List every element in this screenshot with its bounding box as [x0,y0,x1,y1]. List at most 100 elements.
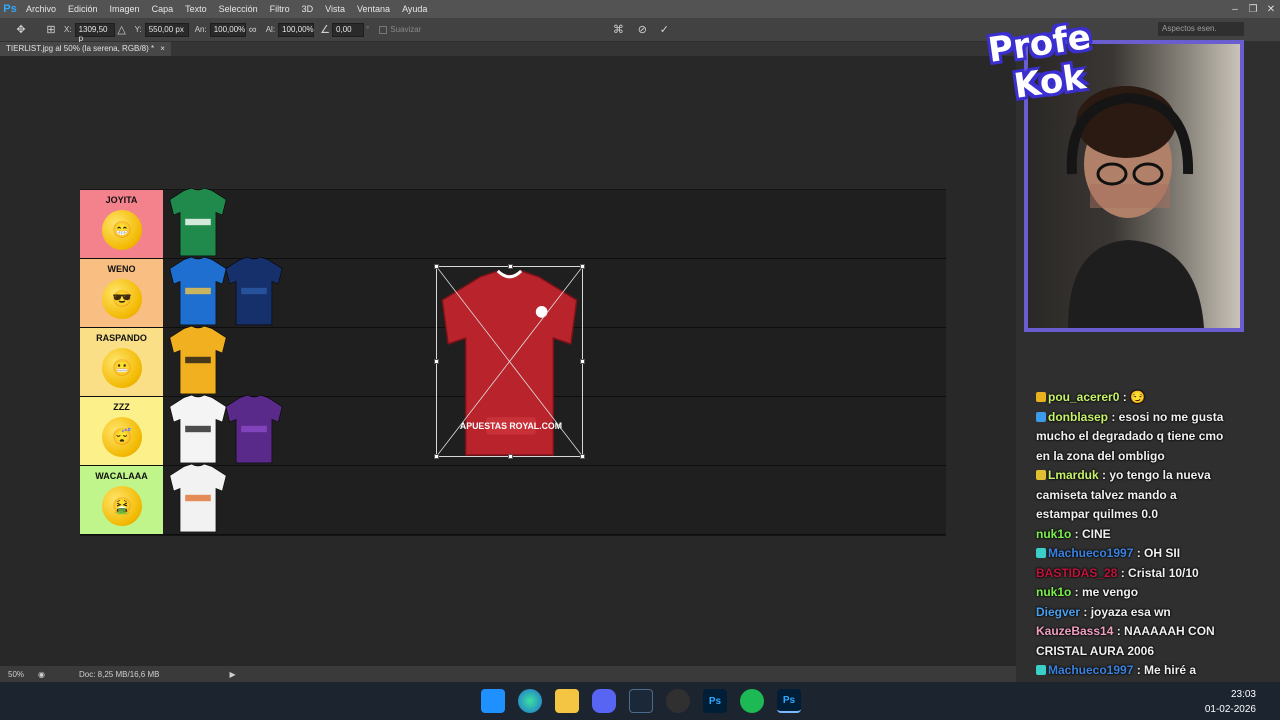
zoom-level[interactable]: 50% [8,670,24,679]
photoshop-taskbar-icon[interactable]: Ps [703,689,727,713]
x-position-field[interactable]: 1309,50 p [74,22,115,43]
transform-handle-bl[interactable] [434,454,439,459]
emoji-face-icon: 😴 [102,417,142,457]
menu-item[interactable]: Edición [62,4,104,14]
commit-transform-icon[interactable]: ✓ [657,23,671,37]
taskbar: Ps Ps 23:03 01-02-2026 [0,682,1280,720]
close-tab-icon[interactable]: × [160,44,165,53]
photoshop-active-taskbar-icon[interactable]: Ps [777,689,801,713]
warp-icon[interactable]: ⌘ [611,23,625,37]
y-label: Y: [134,25,142,34]
chat-username[interactable]: Machueco1997 [1048,663,1133,677]
expand-arrow-icon[interactable]: ▶ [229,670,235,679]
menu-item[interactable]: Archivo [20,4,62,14]
jersey-thumbnail[interactable] [222,393,286,465]
emoji-glyph: 😬 [112,360,132,377]
menu-item[interactable]: Capa [146,4,180,14]
menu-item[interactable]: Ayuda [396,4,433,14]
clock[interactable]: 23:03 01-02-2026 [1205,687,1256,717]
restore-button[interactable]: ❐ [1244,4,1262,15]
jersey-thumbnail[interactable] [166,393,230,465]
jersey-thumbnail[interactable] [166,255,230,327]
cancel-transform-icon[interactable]: ⊘ [635,23,649,37]
canvas-area[interactable]: JOYITA 😁 WENO 😎 RASPANDO 😬 ZZZ 😴 WACALAAA 🤮 APUES… [0,56,1016,666]
chat-message: KauzeBass14 : NAAAAAH CON CRISTAL AURA 2… [1032,622,1232,661]
tier-label: RASPANDO 😬 [80,328,163,396]
smooth-checkbox[interactable] [379,25,388,34]
obs-icon[interactable] [666,689,690,713]
transform-diagonals [436,266,583,457]
chat-message: Machueco1997 : OH SII [1032,544,1232,564]
share-icon[interactable]: ◉ [38,670,45,679]
edge-browser-icon[interactable] [518,689,542,713]
spotify-icon[interactable] [740,689,764,713]
photoshop-logo-icon: Ps [3,3,17,15]
jersey-thumbnail[interactable] [166,324,230,396]
menu-item[interactable]: Ventana [351,4,396,14]
windows-start-icon[interactable] [481,689,505,713]
chat-username[interactable]: nuk1o [1036,527,1071,541]
document-tab-bar: TIERLIST.jpg al 50% (la serena, RGB/8) *… [0,42,1016,56]
transform-handle-bc[interactable] [508,454,513,459]
menu-item[interactable]: Filtro [264,4,296,14]
tier-label: ZZZ 😴 [80,397,163,465]
chat-text: : Cristal 10/10 [1117,565,1199,580]
minimize-button[interactable]: – [1226,4,1244,15]
menu-bar: Ps Archivo Edición Imagen Capa Texto Selecció… [0,0,1280,18]
transform-handle-tr[interactable] [580,264,585,269]
document-tab[interactable]: TIERLIST.jpg al 50% (la serena, RGB/8) *… [0,42,171,56]
steam-icon[interactable] [629,689,653,713]
width-field[interactable]: 100,00% [209,22,246,37]
jersey-thumbnail[interactable] [166,186,230,258]
emoji-face-icon: 😬 [102,348,142,388]
workspace-select[interactable]: Aspectos esen. [1158,22,1244,36]
chat-username[interactable]: nuk1o [1036,585,1071,599]
chat-message: donblasep : esosi no me gusta mucho el d… [1032,408,1232,467]
chat-username[interactable]: Lmarduk [1048,468,1099,482]
chat-username[interactable]: BASTIDAS_28 [1036,566,1117,580]
transform-bounding-box[interactable] [434,264,585,459]
y-position-field[interactable]: 550,00 px [144,22,189,37]
chat-username[interactable]: donblasep [1048,410,1108,424]
menu-item[interactable]: Vista [319,4,351,14]
width-label: An: [194,25,207,34]
tier-name: RASPANDO [96,333,147,343]
file-explorer-icon[interactable] [555,689,579,713]
jersey-thumbnail[interactable] [166,462,230,534]
delta-icon[interactable]: △ [115,23,129,37]
height-label: Al: [265,25,276,34]
chat-text: : 😏 [1119,390,1145,404]
chat-username[interactable]: KauzeBass14 [1036,624,1113,638]
menu-item[interactable]: Selección [213,4,264,14]
close-button[interactable]: ✕ [1262,4,1280,15]
move-tool-icon[interactable]: ✥ [14,23,28,37]
jersey-thumbnail[interactable] [222,255,286,327]
menu-item[interactable]: Texto [179,4,213,14]
link-icon[interactable]: ∞ [246,23,260,37]
chat-username[interactable]: pou_acerer0 [1048,390,1119,404]
tier-name: WACALAAA [95,471,148,481]
chat-username[interactable]: Diegver [1036,605,1080,619]
angle-field[interactable]: 0,00 [332,22,365,37]
transform-handle-ml[interactable] [434,359,439,364]
chat-message: nuk1o : me vengo [1032,583,1232,603]
chat-message: Diegver : joyaza esa wn [1032,603,1232,623]
transform-handle-br[interactable] [580,454,585,459]
transform-handle-tl[interactable] [434,264,439,269]
height-field[interactable]: 100,00% [278,22,315,37]
transform-handle-tc[interactable] [508,264,513,269]
chat-badge-icon [1036,665,1046,675]
chat-message: Lmarduk : yo tengo la nueva camiseta tal… [1032,466,1232,525]
tier-label: JOYITA 😁 [80,190,163,258]
tier-name: ZZZ [113,402,130,412]
menu-item[interactable]: Imagen [104,4,146,14]
chat-text: : me vengo [1071,585,1139,599]
chat-message: nuk1o : CINE [1032,525,1232,545]
chat-username[interactable]: Machueco1997 [1048,546,1133,560]
transform-handle-mr[interactable] [580,359,585,364]
stream-chat: pou_acerer0 : 😏 donblasep : esosi no me g… [1032,388,1232,700]
reference-point-icon[interactable]: ⊞ [44,23,58,37]
menu-item[interactable]: 3D [296,4,320,14]
discord-icon[interactable] [592,689,616,713]
clock-time: 23:03 [1230,689,1256,700]
